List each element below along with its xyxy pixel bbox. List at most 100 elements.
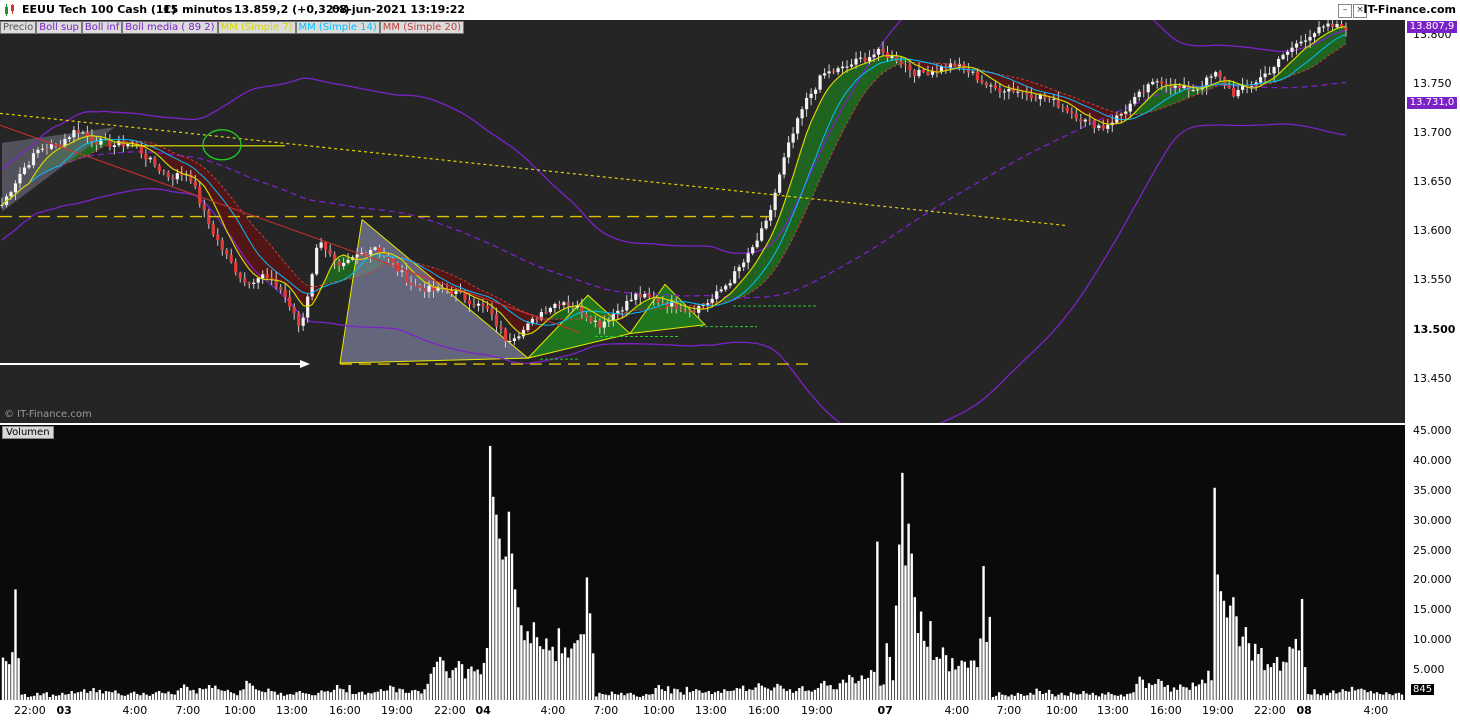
price-panel[interactable] [0,0,1405,443]
volume-tick-label: 15.000 [1413,603,1452,617]
candle-body [751,247,755,254]
volume-bar [98,689,102,700]
candle-body [490,308,494,315]
price-tick-label: 13.450 [1413,371,1452,385]
candle-body [1344,27,1348,31]
volume-bar [976,667,979,700]
time-tick-label: 10:00 [224,704,256,717]
volume-bar [104,691,108,700]
candle-body [562,302,566,305]
volume-bar [179,688,183,700]
candle-body [1290,47,1294,52]
highlight-circle [202,129,242,161]
candle-body [1020,91,1024,93]
candle-body [791,133,795,143]
volume-bar [1,657,5,700]
volume-bar [207,685,211,700]
volume-bar [201,689,205,700]
price-axis[interactable]: 13.450 13.500 13.550 13.600 13.650 13.700 13.7… [1405,20,1460,423]
volume-current-tag: 845 [1411,684,1435,695]
volume-bar [1322,693,1326,700]
legend-item[interactable]: Precio [0,21,37,34]
time-tick-label: 04 [475,704,491,717]
volume-bar [738,688,742,700]
legend-item[interactable]: Boll media ( 89 2) [122,21,218,34]
volume-bar [926,646,929,700]
volume-bar [176,690,180,700]
price-tick-label: 13.700 [1413,126,1452,140]
volume-bar [788,689,792,700]
volume-bar [214,685,217,700]
ma-cloud-segment [1035,83,1041,95]
price-tick-label: 13.650 [1413,175,1452,189]
candle-body [404,270,409,283]
instrument-name: EEUU Tech 100 Cash (1€) [22,3,177,16]
volume-bar [763,687,767,700]
candle-body [661,302,665,304]
candle-body [328,249,332,255]
candle-body [508,341,512,343]
volume-bar [545,638,548,700]
candle-body [1083,119,1087,122]
candle-body [418,285,422,288]
price-tag: 13.731,0 [1407,96,1457,109]
ma-cloud-segment [1166,85,1171,107]
volume-bar [11,652,14,700]
candle-body [400,270,404,272]
volume-bar [894,605,898,700]
volume-bar [264,692,267,700]
volume-bar [186,686,189,700]
volume-chart[interactable] [0,425,1405,700]
legend-item[interactable]: MM (Simple 14) [295,21,380,34]
time-tick-label: 03 [56,704,72,717]
volume-bar [457,661,461,700]
candle-body [998,88,1002,93]
legend-item[interactable]: MM (Simple 20) [379,21,465,34]
candle-body [499,326,503,329]
candle-body [1164,83,1168,85]
volume-bar [720,692,723,700]
volume-bar [1179,684,1182,700]
volume-bar [304,693,308,700]
minimize-button[interactable]: – [1338,4,1352,18]
volume-bar [901,472,904,700]
time-axis[interactable]: 22:00 03 4:00 7:00 10:00 13:00 16:00 19:00 22:00… [0,700,1460,720]
candle-body [553,303,557,308]
candle-body [1128,103,1132,112]
candle-body [220,239,224,250]
volume-bar [423,689,426,700]
volume-bar [223,691,226,700]
price-chart[interactable] [0,0,1405,443]
candle-body [427,285,431,292]
timeframe-label[interactable]: 15 minutos [163,3,232,16]
volume-bar [848,674,851,700]
candle-body [760,228,764,241]
candle-body [297,313,301,326]
volume-bar [782,688,785,700]
legend-item[interactable]: Boll inf [81,21,123,34]
candle-body [629,299,633,301]
volume-bar [467,668,470,700]
volume-bar [532,622,536,700]
legend-item[interactable]: Boll sup [36,21,82,34]
candle-body [1119,113,1123,116]
candle-body [1029,94,1033,99]
candle-body [1267,73,1272,75]
volume-bar [988,616,991,700]
volume-bar [1169,691,1173,700]
volume-bar [1328,692,1332,700]
candle-body [746,253,750,263]
candle-body [1335,24,1339,28]
volume-bar [1038,691,1041,700]
candle-body [917,69,921,77]
volume-bar [592,653,595,700]
legend-item[interactable]: MM (Simple 7) [217,21,296,34]
ma-cloud-segment [1008,76,1014,90]
volume-panel[interactable] [0,425,1405,700]
candle-body [85,132,90,136]
volume-axis[interactable]: 5.000 10.000 15.000 20.000 25.000 30.000 35.00… [1405,424,1460,700]
candle-body [49,144,54,149]
candle-body [193,181,197,187]
candle-body [512,338,517,342]
volume-bar [610,691,614,700]
